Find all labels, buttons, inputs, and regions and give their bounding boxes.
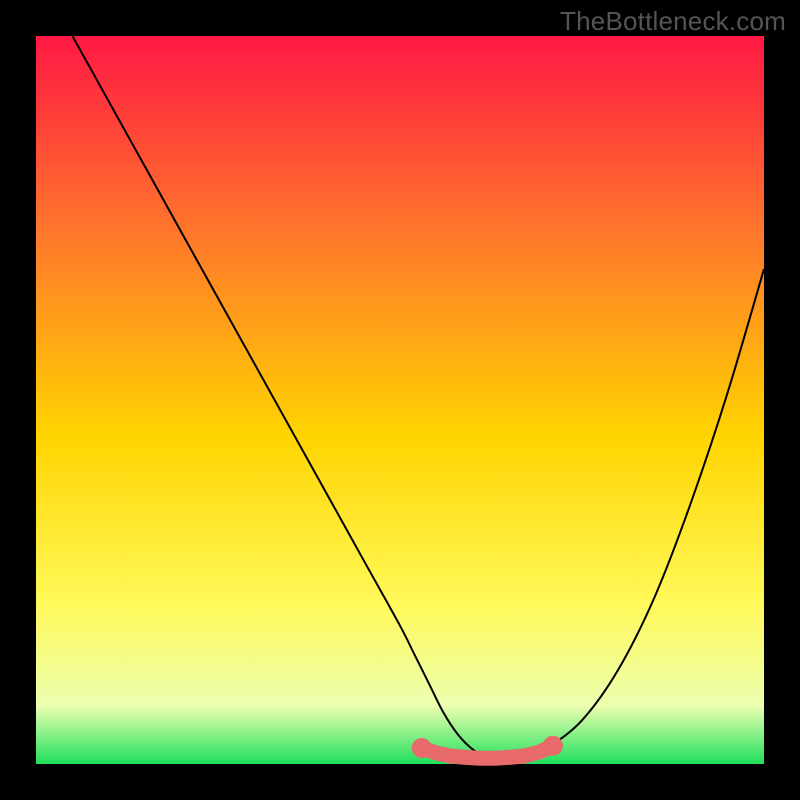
optimal-range-endpoint bbox=[412, 738, 432, 758]
watermark-text: TheBottleneck.com bbox=[560, 6, 786, 37]
plot-area bbox=[36, 36, 764, 764]
chart-frame: TheBottleneck.com bbox=[0, 0, 800, 800]
chart-svg bbox=[0, 0, 800, 800]
optimal-range-endpoint bbox=[543, 736, 563, 756]
